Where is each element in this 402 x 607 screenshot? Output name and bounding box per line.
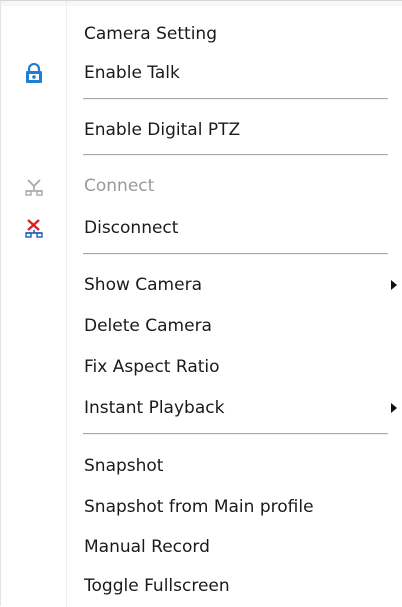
menu-item-label: Disconnect <box>84 218 179 238</box>
menu-top-edge <box>1 1 402 6</box>
menu-item-snapshot[interactable]: Snapshot <box>1 450 402 483</box>
menu-item-label: Show Camera <box>84 275 202 295</box>
menu-item-manual-record[interactable]: Manual Record <box>1 531 402 564</box>
talk-lock-icon <box>23 62 45 85</box>
menu-separator <box>83 154 388 156</box>
menu-item-label: Fix Aspect Ratio <box>84 357 220 377</box>
menu-item-enable-digital-ptz[interactable]: Enable Digital PTZ <box>1 114 402 147</box>
menu-item-label: Snapshot from Main profile <box>84 497 314 517</box>
menu-item-label: Toggle Fullscreen <box>84 576 230 596</box>
submenu-arrow-icon <box>391 403 397 413</box>
menu-item-label: Enable Talk <box>84 63 180 83</box>
menu-item-label: Snapshot <box>84 456 164 476</box>
menu-separator <box>83 253 388 255</box>
connect-icon <box>23 176 45 198</box>
menu-item-disconnect[interactable]: Disconnect <box>1 212 402 245</box>
menu-separator <box>83 433 388 435</box>
menu-item-label: Connect <box>84 176 155 196</box>
menu-item-toggle-fullscreen[interactable]: Toggle Fullscreen <box>1 570 402 603</box>
disconnect-icon <box>23 218 45 240</box>
menu-item-show-camera[interactable]: Show Camera <box>1 269 402 302</box>
menu-item-label: Manual Record <box>84 537 210 557</box>
menu-separator <box>83 98 388 100</box>
context-menu: Camera Setting Enable Talk Enable Digita… <box>0 0 402 607</box>
menu-item-label: Delete Camera <box>84 316 212 336</box>
menu-item-delete-camera[interactable]: Delete Camera <box>1 310 402 343</box>
menu-item-label: Camera Setting <box>84 24 217 44</box>
menu-item-instant-playback[interactable]: Instant Playback <box>1 392 402 425</box>
menu-item-connect[interactable]: Connect <box>1 170 402 203</box>
menu-item-snapshot-main-profile[interactable]: Snapshot from Main profile <box>1 491 402 524</box>
menu-item-fix-aspect-ratio[interactable]: Fix Aspect Ratio <box>1 351 402 384</box>
submenu-arrow-icon <box>391 280 397 290</box>
menu-item-label: Enable Digital PTZ <box>84 120 241 140</box>
menu-item-label: Instant Playback <box>84 398 225 418</box>
menu-item-camera-setting[interactable]: Camera Setting <box>1 18 402 51</box>
menu-item-enable-talk[interactable]: Enable Talk <box>1 57 402 90</box>
